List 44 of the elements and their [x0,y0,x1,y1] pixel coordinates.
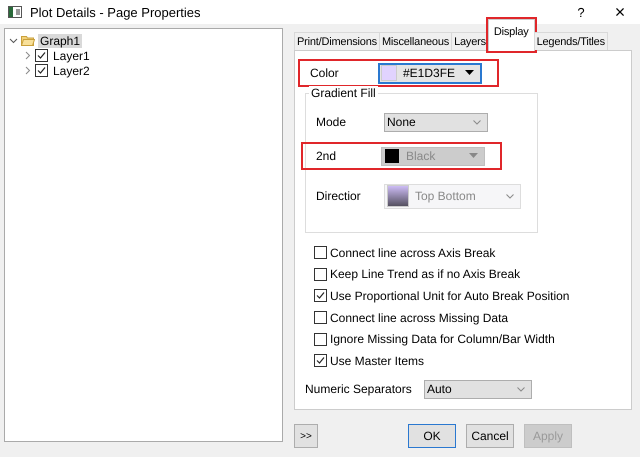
checkbox[interactable] [314,332,327,346]
dropdown-arrow-icon [465,70,474,76]
checkbox-label: Keep Line Trend as if no Axis Break [330,267,520,282]
mode-dropdown[interactable]: None [384,112,488,132]
checkbox-label: Connect line across Axis Break [330,246,496,260]
checkbox[interactable] [314,289,327,302]
checkbox-label: Connect line across Missing Data [330,310,508,325]
checkbox-label: Use Proportional Unit for Auto Break Position [330,288,570,303]
tab[interactable]: Display [488,19,535,51]
collapse-icon[interactable] [9,36,18,45]
checkbox[interactable] [35,64,48,77]
tab[interactable]: Layers [451,32,489,50]
separator-dropdown[interactable]: Auto [424,380,532,399]
folder-icon [21,35,35,46]
more-button[interactable]: >> [294,424,318,448]
group-title: Gradient Fill [309,86,378,100]
dialog-button[interactable]: Cancel [466,424,514,448]
expand-icon[interactable] [23,51,32,60]
tree-item[interactable]: Layer2 [51,64,92,78]
field-label: Mode [315,115,348,129]
tab[interactable]: Print/Dimensions [294,32,380,50]
field-label: Directior [315,189,362,203]
gradient-swatch [387,185,409,207]
checkbox[interactable] [35,49,48,62]
field-label: Numeric Separators [305,382,413,396]
field-label: Color [309,66,340,80]
checkbox[interactable] [314,268,327,281]
ok-button[interactable]: OK [408,424,456,448]
expand-icon[interactable] [23,66,32,75]
checkbox[interactable] [314,311,327,324]
tree-item[interactable]: Layer1 [51,48,92,62]
window-title: Plot Details - Page Properties [30,4,202,20]
tree-item[interactable]: Graph1 [38,34,82,48]
tab[interactable]: Legends/Titles [534,32,608,50]
checkbox-label: Use Master Items [330,354,424,368]
color-dropdown[interactable]: #E1D3FE [378,62,482,84]
checkbox-label: Ignore Missing Data for Column/Bar Width [330,332,555,346]
dropdown-arrow-icon [469,153,478,159]
field-label: 2nd [315,149,338,163]
checkbox[interactable] [314,354,327,368]
help-button[interactable]: ? [564,4,598,20]
checkbox[interactable] [314,246,327,260]
close-button[interactable]: × [608,2,632,22]
app-icon [8,6,22,18]
